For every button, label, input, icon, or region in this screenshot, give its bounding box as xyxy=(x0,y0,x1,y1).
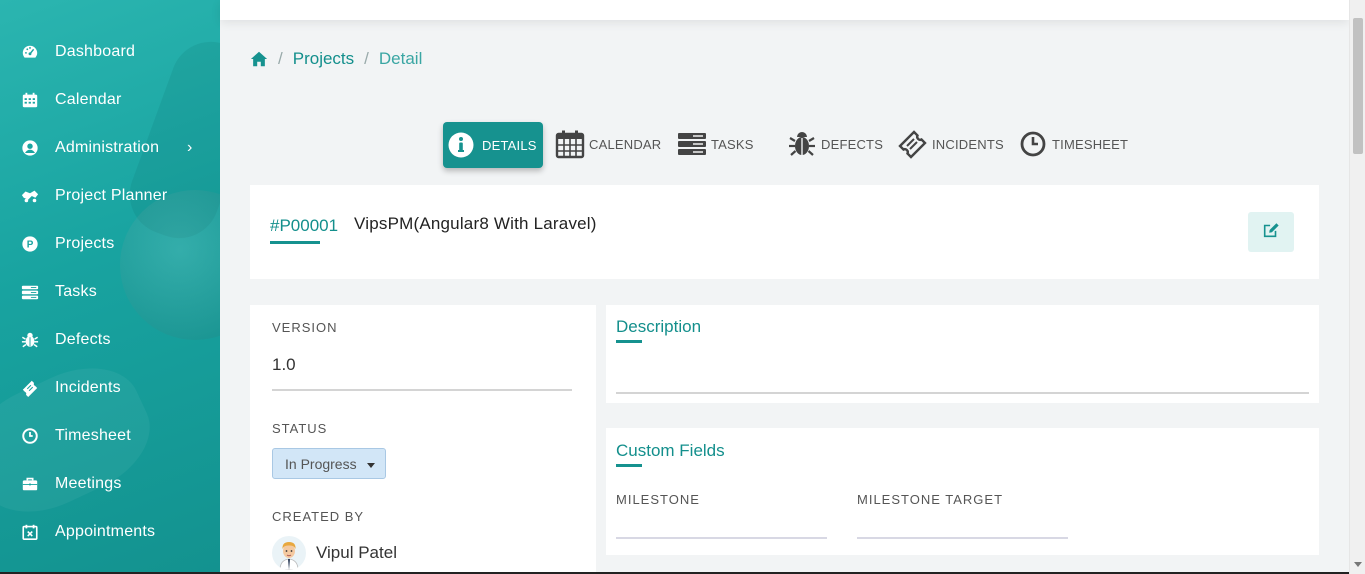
tab-label: CALENDAR xyxy=(589,136,662,152)
description-field[interactable] xyxy=(616,363,1309,391)
edit-icon xyxy=(1262,221,1280,244)
bug-icon xyxy=(21,331,39,349)
sidebar: Dashboard Calendar Administration › Proj… xyxy=(0,0,220,574)
tab-label: DEFECTS xyxy=(821,136,884,152)
page-scrollbar[interactable] xyxy=(1349,0,1365,574)
created-by-name: Vipul Patel xyxy=(316,543,397,562)
sidebar-item-label: Defects xyxy=(55,331,111,348)
sidebar-item-incidents[interactable]: Incidents xyxy=(0,368,220,408)
tab-label: INCIDENTS xyxy=(932,136,1004,152)
project-planner-icon xyxy=(21,187,39,205)
ticket-icon xyxy=(898,129,928,159)
tab-defects[interactable]: DEFECTS xyxy=(787,128,883,160)
sidebar-item-dashboard[interactable]: Dashboard xyxy=(0,32,220,72)
briefcase-icon xyxy=(21,475,39,493)
sidebar-item-project-planner[interactable]: Project Planner xyxy=(0,176,220,216)
tab-details[interactable]: DETAILS xyxy=(443,122,543,168)
sidebar-item-appointments[interactable]: Appointments xyxy=(0,512,220,552)
tab-tasks[interactable]: TASKS xyxy=(677,128,754,160)
caret-down-icon xyxy=(367,463,375,468)
home-icon[interactable] xyxy=(250,50,268,68)
custom-fields-title-underline xyxy=(616,464,642,467)
created-by-label: CREATED BY xyxy=(272,509,365,524)
description-title: Description xyxy=(616,317,702,336)
sidebar-item-label: Appointments xyxy=(55,523,156,540)
tab-label: TASKS xyxy=(711,136,754,152)
milestone-field[interactable] xyxy=(616,512,827,536)
breadcrumb-projects[interactable]: Projects xyxy=(293,49,354,69)
tab-incidents[interactable]: INCIDENTS xyxy=(898,128,1004,160)
calendar-x-icon xyxy=(21,523,39,541)
sidebar-item-timesheet[interactable]: Timesheet xyxy=(0,416,220,456)
description-card: Description xyxy=(606,305,1319,403)
ticket-icon xyxy=(21,379,39,397)
sidebar-item-defects[interactable]: Defects xyxy=(0,320,220,360)
sidebar-item-administration[interactable]: Administration › xyxy=(0,128,220,168)
description-title-underline xyxy=(616,340,642,343)
project-code: #P00001 xyxy=(270,216,339,235)
breadcrumb: / Projects / Detail xyxy=(250,48,422,70)
milestone-field-underline xyxy=(616,537,827,539)
version-field-underline xyxy=(272,389,572,391)
clock-icon xyxy=(21,427,39,445)
breadcrumb-detail: Detail xyxy=(378,49,423,68)
sidebar-item-label: Administration xyxy=(55,139,160,156)
sidebar-item-label: Projects xyxy=(55,235,115,252)
svg-text:P: P xyxy=(27,240,34,251)
bug-icon xyxy=(787,129,817,159)
sidebar-item-label: Project Planner xyxy=(55,187,168,204)
breadcrumb-separator: / xyxy=(278,49,283,68)
project-header-card: #P00001 VipsPM(Angular8 With Laravel) xyxy=(250,185,1319,279)
tab-label: DETAILS xyxy=(482,137,537,153)
version-field[interactable]: 1.0 xyxy=(272,355,296,375)
calendar-icon xyxy=(555,129,585,159)
milestone-label: MILESTONE xyxy=(616,492,700,507)
project-name: VipsPM(Angular8 With Laravel) xyxy=(354,214,597,233)
dashboard-icon xyxy=(21,43,39,61)
sidebar-item-label: Incidents xyxy=(55,379,121,396)
status-label: STATUS xyxy=(272,421,328,436)
tasks-icon xyxy=(21,283,39,301)
sidebar-item-tasks[interactable]: Tasks xyxy=(0,272,220,312)
avatar xyxy=(272,536,306,570)
sidebar-item-meetings[interactable]: Meetings xyxy=(0,464,220,504)
projects-p-icon: P xyxy=(21,235,39,253)
scrollbar-thumb[interactable] xyxy=(1353,18,1363,154)
scroll-down-arrow-icon[interactable] xyxy=(1354,562,1362,567)
milestone-target-label: MILESTONE TARGET xyxy=(857,492,1004,507)
edit-project-button[interactable] xyxy=(1248,212,1294,252)
sidebar-item-calendar[interactable]: Calendar xyxy=(0,80,220,120)
status-select[interactable]: In Progress xyxy=(272,448,386,479)
milestone-target-field[interactable] xyxy=(857,512,1068,536)
description-field-underline xyxy=(616,392,1309,394)
status-value: In Progress xyxy=(285,455,357,472)
tab-timesheet[interactable]: TIMESHEET xyxy=(1018,128,1128,160)
breadcrumb-separator: / xyxy=(364,49,369,68)
custom-fields-card: Custom Fields MILESTONE MILESTONE TARGET xyxy=(606,428,1319,555)
info-icon xyxy=(447,131,475,159)
sidebar-item-label: Calendar xyxy=(55,91,122,108)
sidebar-item-label: Timesheet xyxy=(55,427,131,444)
sidebar-item-label: Meetings xyxy=(55,475,122,492)
sidebar-item-projects[interactable]: P Projects xyxy=(0,224,220,264)
version-label: VERSION xyxy=(272,320,338,335)
clock-icon xyxy=(1018,129,1048,159)
top-header-bar xyxy=(220,0,1349,20)
tab-calendar[interactable]: CALENDAR xyxy=(555,128,661,160)
sidebar-item-label: Tasks xyxy=(55,283,97,300)
project-code-underline xyxy=(270,241,320,244)
tasks-icon xyxy=(677,129,707,159)
milestone-target-field-underline xyxy=(857,537,1068,539)
project-info-card: VERSION STATUS CREATED BY xyxy=(250,305,596,574)
calendar-icon xyxy=(21,91,39,109)
chevron-right-icon: › xyxy=(187,139,193,156)
tab-label: TIMESHEET xyxy=(1052,136,1129,152)
sidebar-item-label: Dashboard xyxy=(55,43,136,60)
custom-fields-title: Custom Fields xyxy=(616,441,725,460)
user-circle-icon xyxy=(21,139,39,157)
